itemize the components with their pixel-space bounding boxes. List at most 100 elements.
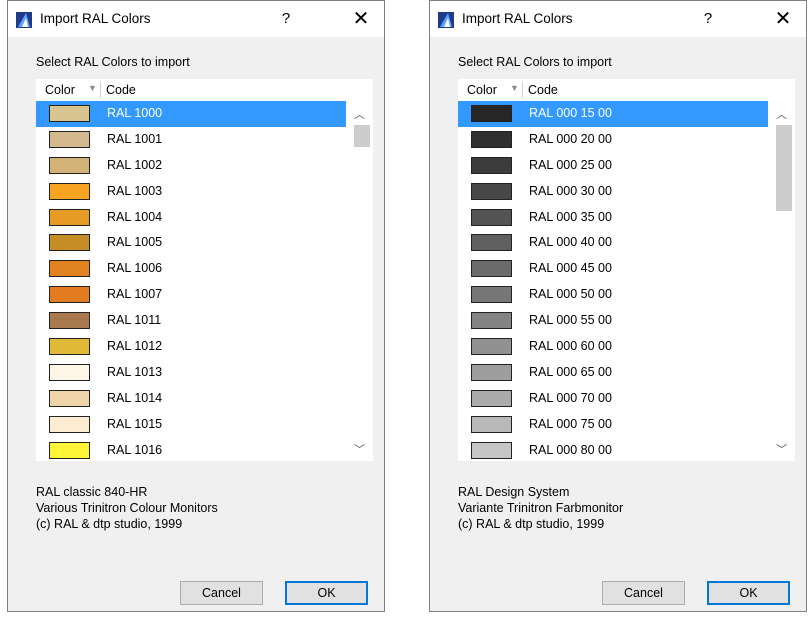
color-code: RAL 000 45 00 (529, 261, 612, 276)
scrollbar-thumb[interactable] (354, 125, 370, 147)
title-bar[interactable]: Import RAL Colors ? ✕ (8, 1, 384, 37)
window-title: Import RAL Colors (462, 11, 573, 26)
list-item[interactable]: RAL 000 20 00 (458, 127, 768, 153)
color-swatch (49, 156, 90, 174)
list-item[interactable]: RAL 000 65 00 (458, 360, 768, 386)
list-header: Color ▼ Code (36, 79, 346, 101)
palette-copyright: (c) RAL & dtp studio, 1999 (458, 517, 605, 531)
color-swatch (471, 441, 512, 459)
palette-info: RAL Design System Variante Trinitron Far… (458, 484, 623, 532)
list-item[interactable]: RAL 1001 (36, 127, 346, 153)
color-swatch (49, 286, 90, 304)
color-swatch (49, 208, 90, 226)
list-item[interactable]: RAL 1014 (36, 386, 346, 412)
list-item[interactable]: RAL 1002 (36, 153, 346, 179)
palette-info: RAL classic 840-HR Various Trinitron Col… (36, 484, 218, 532)
list-item[interactable]: RAL 000 25 00 (458, 153, 768, 179)
list-item[interactable]: RAL 1012 (36, 334, 346, 360)
color-code: RAL 000 70 00 (529, 390, 612, 405)
color-swatch (49, 389, 90, 407)
archicad-icon (438, 12, 454, 28)
list-item[interactable]: RAL 000 30 00 (458, 179, 768, 205)
list-item[interactable]: RAL 000 80 00 (458, 438, 768, 461)
color-code: RAL 1015 (107, 416, 163, 431)
list-item[interactable]: RAL 000 35 00 (458, 205, 768, 231)
color-code: RAL 1001 (107, 131, 163, 146)
color-swatch (49, 260, 90, 278)
ok-button[interactable]: OK (285, 581, 368, 605)
list-item[interactable]: RAL 000 40 00 (458, 230, 768, 256)
color-swatch (471, 105, 512, 122)
close-button[interactable]: ✕ (351, 6, 371, 31)
column-divider[interactable] (522, 82, 523, 98)
list-item[interactable]: RAL 000 70 00 (458, 386, 768, 412)
color-code: RAL 1013 (107, 364, 163, 379)
color-code: RAL 1004 (107, 209, 163, 224)
color-code: RAL 000 30 00 (529, 183, 612, 198)
color-code: RAL 000 35 00 (529, 209, 612, 224)
color-code: RAL 000 25 00 (529, 157, 612, 172)
color-column-header[interactable]: Color (467, 83, 497, 97)
vertical-scrollbar[interactable]: ︿ ﹀ (770, 79, 795, 461)
list-item[interactable]: RAL 1005 (36, 230, 346, 256)
color-code: RAL 1012 (107, 339, 163, 354)
ok-button[interactable]: OK (707, 581, 790, 605)
color-swatch (49, 363, 90, 381)
list-item[interactable]: RAL 000 55 00 (458, 308, 768, 334)
color-swatch (49, 130, 90, 148)
list-item[interactable]: RAL 1006 (36, 256, 346, 282)
code-column-header[interactable]: Code (528, 83, 558, 97)
window-title: Import RAL Colors (40, 11, 151, 26)
color-code: RAL 000 60 00 (529, 339, 612, 354)
color-swatch (49, 312, 90, 330)
color-swatch (49, 338, 90, 356)
list-item[interactable]: RAL 1007 (36, 282, 346, 308)
palette-name: RAL Design System (458, 485, 570, 499)
chevron-up-icon[interactable]: ︿ (776, 106, 787, 122)
color-code: RAL 000 20 00 (529, 131, 612, 146)
list-item[interactable]: RAL 000 15 00 (458, 101, 768, 127)
list-item[interactable]: RAL 000 50 00 (458, 282, 768, 308)
color-swatch (471, 415, 512, 433)
list-item[interactable]: RAL 000 60 00 (458, 334, 768, 360)
list-item[interactable]: RAL 1013 (36, 360, 346, 386)
chevron-up-icon[interactable]: ︿ (354, 106, 365, 122)
chevron-down-icon[interactable]: ﹀ (776, 441, 787, 457)
list-item[interactable]: RAL 1000 (36, 101, 346, 127)
list-item[interactable]: RAL 000 75 00 (458, 412, 768, 438)
ral-color-list[interactable]: Color ▼ Code RAL 000 15 00 RAL 000 20 00 R… (458, 79, 795, 461)
sort-descending-icon: ▼ (88, 83, 97, 93)
instruction-label: Select RAL Colors to import (458, 55, 612, 69)
import-ral-dialog-classic: Import RAL Colors ? ✕ Select RAL Colors … (7, 0, 385, 612)
close-button[interactable]: ✕ (773, 6, 793, 31)
vertical-scrollbar[interactable]: ︿ ﹀ (348, 79, 373, 461)
list-item[interactable]: RAL 1016 (36, 438, 346, 461)
list-item[interactable]: RAL 1011 (36, 308, 346, 334)
color-swatch (471, 130, 512, 148)
color-code: RAL 000 65 00 (529, 364, 612, 379)
color-code: RAL 1000 (107, 106, 163, 120)
cancel-button[interactable]: Cancel (602, 581, 685, 605)
list-item[interactable]: RAL 000 45 00 (458, 256, 768, 282)
code-column-header[interactable]: Code (106, 83, 136, 97)
color-column-header[interactable]: Color (45, 83, 75, 97)
archicad-icon (16, 12, 32, 28)
cancel-button[interactable]: Cancel (180, 581, 263, 605)
color-swatch (471, 338, 512, 356)
column-divider[interactable] (100, 82, 101, 98)
title-bar[interactable]: Import RAL Colors ? ✕ (430, 1, 806, 37)
color-code: RAL 000 40 00 (529, 235, 612, 250)
palette-description: Various Trinitron Colour Monitors (36, 501, 218, 515)
chevron-down-icon[interactable]: ﹀ (354, 441, 365, 457)
scrollbar-thumb[interactable] (776, 125, 792, 211)
color-swatch (471, 208, 512, 226)
import-ral-dialog-design: Import RAL Colors ? ✕ Select RAL Colors … (429, 0, 807, 612)
color-code: RAL 000 75 00 (529, 416, 612, 431)
ral-color-list[interactable]: Color ▼ Code RAL 1000 RAL 1001 RAL 1002 RAL… (36, 79, 373, 461)
help-button[interactable]: ? (276, 10, 296, 27)
color-code: RAL 000 80 00 (529, 442, 612, 457)
list-item[interactable]: RAL 1003 (36, 179, 346, 205)
list-item[interactable]: RAL 1004 (36, 205, 346, 231)
list-item[interactable]: RAL 1015 (36, 412, 346, 438)
help-button[interactable]: ? (698, 10, 718, 27)
